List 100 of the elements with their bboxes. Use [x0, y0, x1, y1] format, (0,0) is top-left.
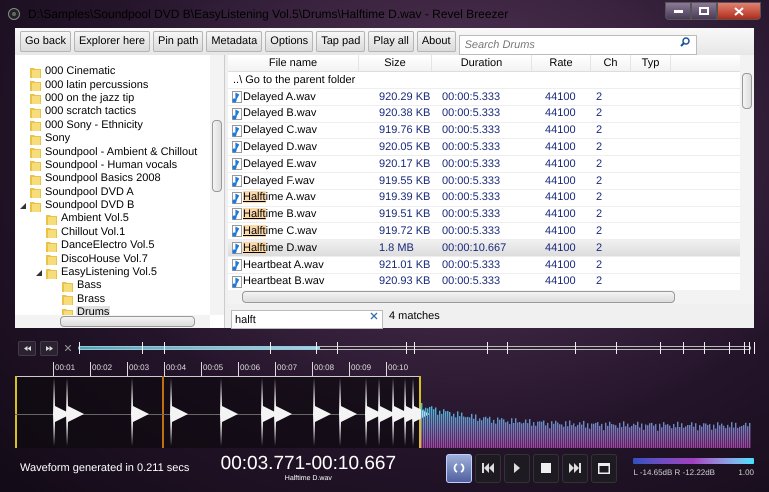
toolbar-button[interactable]: Go back [20, 31, 71, 52]
toolbar-button[interactable]: Explorer here [74, 31, 150, 52]
column-header[interactable]: Typ [631, 55, 671, 71]
column-header[interactable]: Size [359, 55, 432, 71]
file-name[interactable]: Halftime B.wav [243, 206, 316, 223]
tree-item[interactable]: Soundpool Basics 2008 [44, 172, 162, 186]
parent-folder-row[interactable]: ..\ Go to the parent folder [228, 72, 740, 89]
tree-item[interactable]: Bass [76, 279, 102, 292]
fast-forward-icon [46, 346, 52, 350]
tree-item[interactable]: DiscoHouse Vol.7 [60, 252, 149, 266]
tree-item[interactable]: Drums [76, 306, 110, 315]
file-name[interactable]: Heartbeat A.wav [243, 256, 324, 274]
toolbar-button[interactable]: Options [265, 31, 314, 52]
tree-item[interactable]: 000 Sony - Ethnicity [44, 118, 144, 132]
table-cell-text: 44100 [544, 224, 577, 240]
tree-item[interactable]: Soundpool - Human vocals [44, 158, 178, 172]
rewind-button[interactable] [18, 340, 36, 356]
time-range: 00:03.771-00:10.667 [220, 454, 396, 474]
file-row[interactable]: Delayed C.wav 919.76 KB 00:00:5.333 44100 2 [228, 122, 740, 140]
search-field[interactable]: Search Drums [458, 34, 697, 54]
table-cell-text: 920.29 KB [378, 90, 432, 105]
scrollbar[interactable] [740, 55, 754, 290]
file-name[interactable]: Delayed A.wav [243, 88, 316, 106]
clear-icon[interactable] [370, 312, 378, 320]
tree-item[interactable]: Brass [76, 292, 106, 306]
tree-item[interactable]: Sony [44, 132, 72, 146]
file-row[interactable]: Delayed F.wav 919.55 KB 00:00:5.333 44100 2 [228, 172, 740, 190]
column-header[interactable]: Rate [532, 55, 591, 71]
play-button[interactable] [504, 454, 530, 482]
filter-field[interactable]: halft [231, 310, 383, 329]
table-cell-text: 44100 [544, 90, 577, 105]
tree-item[interactable]: 000 Cinematic [44, 65, 116, 78]
file-name[interactable]: Halftime A.wav [243, 189, 316, 206]
file-row[interactable]: Delayed A.wav 920.29 KB 00:00:5.333 44100 2 [228, 89, 740, 106]
table-cell-text: 44100 [544, 174, 577, 189]
maximize-icon [699, 7, 709, 15]
close-icon[interactable] [65, 345, 71, 351]
file-name[interactable]: Delayed F.wav [243, 172, 315, 190]
tree-item[interactable]: Ambient Vol.5 [60, 212, 130, 226]
folder-icon [30, 79, 41, 92]
tree-item[interactable]: Soundpool - Ambient & Chillout [44, 146, 198, 159]
tree-item[interactable]: Soundpool DVD A [44, 186, 135, 199]
expanded-arrow-icon[interactable] [36, 270, 42, 276]
audio-file-icon [232, 225, 242, 238]
tree-item[interactable]: 000 on the jazz tip [44, 92, 136, 105]
toolbar-button[interactable]: About [416, 31, 456, 52]
close-button[interactable] [717, 2, 761, 20]
file-row[interactable]: Halftime A.wav 919.39 KB 00:00:5.333 44100 2 [228, 190, 740, 207]
file-row[interactable]: Delayed B.wav 920.38 KB 00:00:5.333 44100 2 [228, 106, 740, 123]
tree-item[interactable]: Chillout Vol.1 [60, 226, 126, 239]
loop-button[interactable] [446, 454, 472, 482]
column-header[interactable]: Duration [432, 55, 532, 71]
toolbar-button[interactable]: Tap pad [316, 31, 366, 52]
minimize-button[interactable] [665, 2, 691, 20]
file-row[interactable]: Heartbeat A.wav 921.01 KB 00:00:5.333 44100 2 [228, 256, 740, 274]
tree-item[interactable]: 000 latin percussions [44, 78, 150, 92]
skip-forward-icon [569, 463, 582, 473]
file-row[interactable]: Delayed D.wav 920.05 KB 00:00:5.333 44100 2 [228, 139, 740, 156]
tree-item[interactable]: EasyListening Vol.5 [60, 266, 158, 280]
file-name[interactable]: Halftime D.wav [243, 240, 317, 256]
audio-file-icon [232, 208, 242, 220]
scrollbar[interactable] [210, 55, 224, 315]
stop-button[interactable] [533, 454, 560, 482]
folder-icon [30, 66, 41, 78]
tree-item[interactable]: Soundpool DVD B [44, 199, 136, 212]
file-name[interactable]: Delayed D.wav [243, 139, 317, 156]
file-name[interactable]: Delayed C.wav [243, 122, 317, 139]
tree-item[interactable]: DanceElectro Vol.5 [60, 239, 156, 252]
previous-button[interactable] [475, 454, 502, 482]
table-cell-text: 2 [595, 140, 604, 156]
file-name[interactable]: Delayed B.wav [243, 105, 316, 122]
table-cell-text: 44100 [544, 190, 577, 206]
scrollbar[interactable] [15, 315, 210, 328]
file-row[interactable]: Halftime B.wav 919.51 KB 00:00:5.333 44100 2 [228, 206, 740, 224]
audio-file-icon [232, 141, 242, 154]
tree-item[interactable]: 000 scratch tactics [44, 105, 138, 118]
toolbar-button[interactable]: Metadata [206, 31, 262, 52]
file-name[interactable]: Heartbeat B.wav [243, 273, 324, 290]
stop-icon [541, 463, 552, 473]
file-name[interactable]: Delayed E.wav [243, 156, 316, 172]
file-row[interactable]: Halftime D.wav 1.8 MB 00:00:10.667 44100 2 [228, 240, 740, 257]
table-cell-text: 2 [595, 90, 604, 105]
expanded-arrow-icon[interactable] [20, 202, 26, 209]
column-header[interactable]: File name [228, 55, 359, 71]
table-cell-text: 00:00:5.333 [441, 207, 502, 222]
toolbar-button[interactable]: Play all [368, 31, 414, 52]
table-cell-text: 44100 [544, 240, 577, 256]
folder-icon [46, 226, 57, 238]
folder-icon [30, 186, 41, 198]
table-cell-text: 2 [595, 224, 604, 240]
file-row[interactable]: Delayed E.wav 920.17 KB 00:00:5.333 44100 2 [228, 156, 740, 173]
window-button[interactable] [591, 454, 618, 482]
maximize-button[interactable] [691, 2, 717, 20]
audio-file-icon [232, 174, 242, 187]
file-name[interactable]: Halftime C.wav [243, 223, 317, 240]
column-header[interactable]: Ch [591, 55, 631, 71]
toolbar-button[interactable]: Pin path [153, 31, 204, 52]
table-cell-text: 44100 [544, 140, 577, 156]
next-button[interactable] [562, 454, 588, 482]
forward-button[interactable] [40, 340, 58, 356]
